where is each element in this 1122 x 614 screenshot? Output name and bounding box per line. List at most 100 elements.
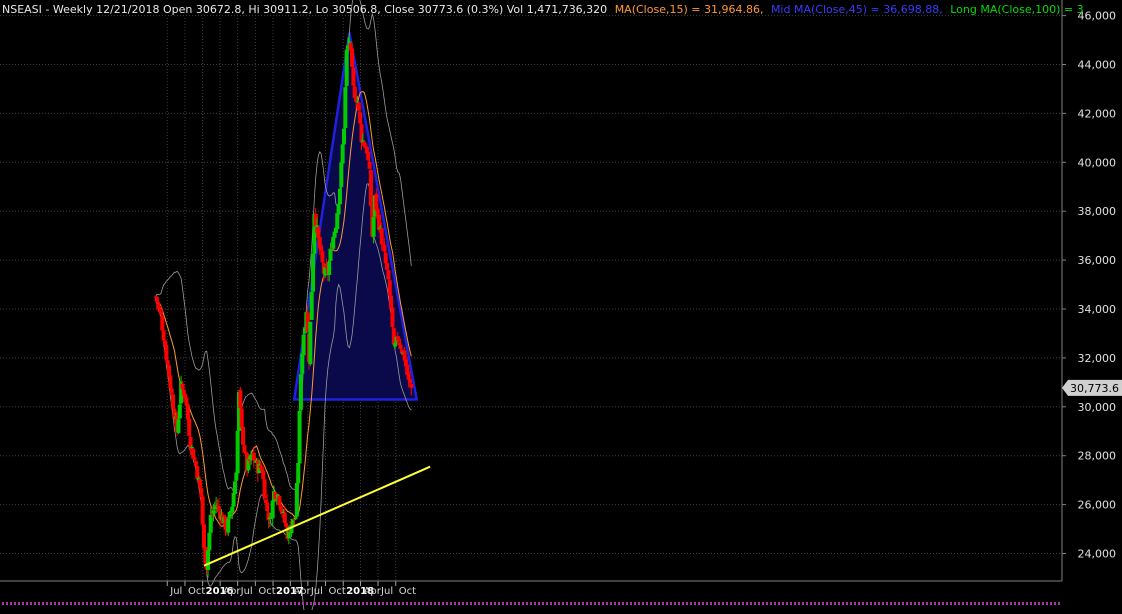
footer-dot xyxy=(426,602,428,605)
footer-dot xyxy=(750,602,752,605)
footer-dot xyxy=(794,602,796,605)
footer-dot xyxy=(414,602,416,605)
footer-dot xyxy=(634,602,636,605)
footer-dot xyxy=(210,602,212,605)
footer-dot xyxy=(470,602,472,605)
footer-dot xyxy=(202,602,204,605)
x-tick-label: Jul xyxy=(240,586,253,597)
x-tick-label: Apr xyxy=(223,586,241,597)
y-tick-label: 34,000 xyxy=(1078,303,1117,316)
footer-dot xyxy=(874,602,876,605)
candle-down xyxy=(356,102,361,111)
footer-dot xyxy=(410,602,412,605)
footer-dot xyxy=(714,602,716,605)
footer-dot xyxy=(662,602,664,605)
footer-dot xyxy=(54,602,56,605)
footer-dot xyxy=(50,602,52,605)
footer-dot xyxy=(486,602,488,605)
footer-dot xyxy=(230,602,232,605)
footer-dot xyxy=(322,602,324,605)
y-tick-label: 40,000 xyxy=(1078,156,1117,169)
footer-dot xyxy=(362,602,364,605)
candle-down xyxy=(383,252,388,264)
footer-dot xyxy=(154,602,156,605)
footer-dot xyxy=(98,602,100,605)
footer-dot xyxy=(394,602,396,605)
footer-dot xyxy=(1018,602,1020,605)
footer-dot xyxy=(538,602,540,605)
footer-dot xyxy=(330,602,332,605)
candle-up xyxy=(309,291,314,320)
footer-dot xyxy=(878,602,880,605)
footer-dot xyxy=(938,602,940,605)
header-mid-ma: Mid MA(Close,45) = 36,698.88, xyxy=(771,3,943,16)
footer-dot xyxy=(758,602,760,605)
footer-dot xyxy=(66,602,68,605)
footer-dot xyxy=(498,602,500,605)
footer-dot xyxy=(994,602,996,605)
footer-dot xyxy=(386,602,388,605)
footer-dot xyxy=(1002,602,1004,605)
x-tick-label: Apr xyxy=(293,586,311,597)
footer-dot xyxy=(270,602,272,605)
candle-up xyxy=(298,374,303,410)
footer-dot xyxy=(826,602,828,605)
footer-dot xyxy=(206,602,208,605)
header-ma15: MA(Close,15) = 31,964.86, xyxy=(615,3,764,16)
footer-dot xyxy=(990,602,992,605)
footer-dot xyxy=(106,602,108,605)
footer-dot xyxy=(310,602,312,605)
y-tick-label: 36,000 xyxy=(1078,254,1117,267)
footer-dot xyxy=(998,602,1000,605)
footer-dot xyxy=(342,602,344,605)
footer-dot xyxy=(262,602,264,605)
candle-down xyxy=(262,479,267,499)
footer-dot xyxy=(766,602,768,605)
footer-dot xyxy=(102,602,104,605)
footer-dot xyxy=(250,602,252,605)
footer-dot xyxy=(46,602,48,605)
footer-dot xyxy=(970,602,972,605)
candle-up xyxy=(328,248,333,261)
x-tick-label: Oct xyxy=(329,586,346,597)
footer-dot xyxy=(774,602,776,605)
footer-dot xyxy=(1042,602,1044,605)
footer-dot xyxy=(82,602,84,605)
footer-dot xyxy=(818,602,820,605)
footer-dot xyxy=(918,602,920,605)
chart-svg: 24,000 26,000 28,000 30,000 32,000 34,000 36,0… xyxy=(0,0,1122,614)
footer-dot xyxy=(1014,602,1016,605)
footer-dot xyxy=(114,602,116,605)
footer-dot xyxy=(226,602,228,605)
stock-chart: 24,000 26,000 28,000 30,000 32,000 34,000 36,0… xyxy=(0,0,1122,614)
x-tick-label: Jul xyxy=(310,586,323,597)
footer-dot xyxy=(590,602,592,605)
footer-dot xyxy=(478,602,480,605)
footer-dot xyxy=(1034,602,1036,605)
footer-dot xyxy=(550,602,552,605)
candle-up xyxy=(297,410,302,464)
footer-dot xyxy=(598,602,600,605)
footer-dot xyxy=(866,602,868,605)
footer-dot xyxy=(814,602,816,605)
footer-dot xyxy=(402,602,404,605)
footer-dot xyxy=(666,602,668,605)
footer-dot xyxy=(374,602,376,605)
footer-dot xyxy=(406,602,408,605)
footer-dot xyxy=(442,602,444,605)
footer-dot xyxy=(86,602,88,605)
footer-dot xyxy=(94,602,96,605)
footer-dot xyxy=(286,602,288,605)
chart-header: NSEASI - Weekly 12/21/2018 Open 30672.8,… xyxy=(2,3,1084,16)
footer-dot xyxy=(166,602,168,605)
footer-dot xyxy=(302,602,304,605)
footer-dot xyxy=(194,602,196,605)
footer-dot xyxy=(294,602,296,605)
footer-dot xyxy=(690,602,692,605)
footer-dot xyxy=(454,602,456,605)
footer-dot xyxy=(742,602,744,605)
footer-dot xyxy=(838,602,840,605)
footer-dot xyxy=(1006,602,1008,605)
candle-down xyxy=(197,479,202,488)
footer-dot xyxy=(178,602,180,605)
